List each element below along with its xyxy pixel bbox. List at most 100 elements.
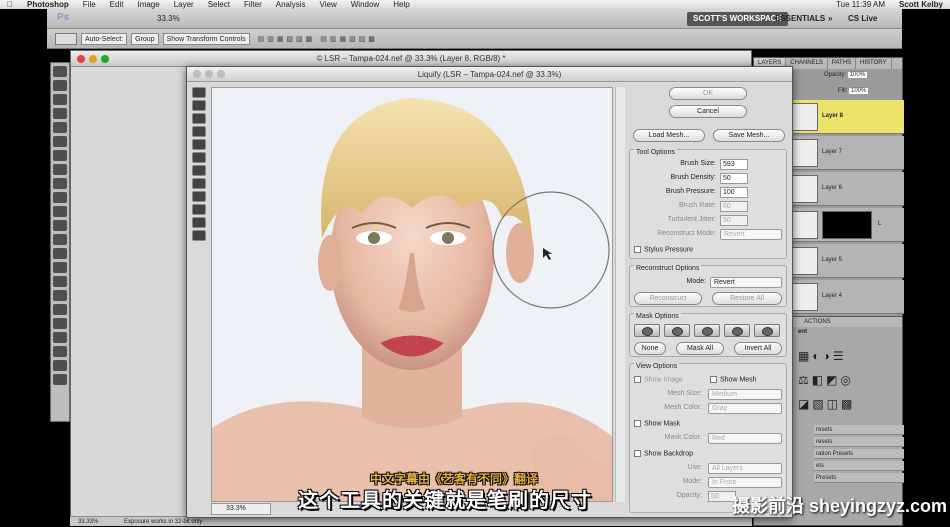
foreground-color-icon[interactable] — [53, 360, 67, 371]
adjustment-icons-row-1[interactable]: ▦◐◑☰ — [798, 349, 847, 363]
tab-history[interactable]: HISTORY — [856, 58, 892, 69]
thaw-mask-icon[interactable] — [192, 204, 206, 215]
use-select[interactable]: All Layers — [708, 463, 782, 474]
mask-none-button[interactable]: None — [634, 342, 666, 355]
menubar-clock[interactable]: Tue 11:39 AM — [836, 0, 885, 9]
quick-mask-icon[interactable] — [53, 374, 67, 385]
preset-item[interactable]: resets — [814, 425, 904, 435]
adjustment-icons-row-3[interactable]: ◪▧◫▩ — [798, 397, 855, 411]
quick-select-icon[interactable] — [53, 108, 67, 119]
path-select-icon[interactable] — [53, 290, 67, 301]
mask-replace-icon[interactable] — [634, 324, 660, 337]
preset-item[interactable]: ration Presets — [814, 449, 904, 459]
align-icons[interactable]: ▤▥▦▧▨▩ ▤▥▦▧▨▩ — [258, 35, 378, 43]
liquify-canvas[interactable] — [211, 87, 613, 502]
eraser-icon[interactable] — [53, 206, 67, 217]
dialog-close-icon[interactable] — [193, 70, 201, 78]
stylus-pressure-checkbox[interactable]: Stylus Pressure — [634, 246, 693, 253]
opacity-value[interactable]: 100% — [847, 72, 868, 78]
show-backdrop-checkbox[interactable]: Show Backdrop — [634, 450, 693, 457]
show-image-checkbox[interactable]: Show Image — [634, 376, 683, 383]
zoom-icon[interactable] — [192, 230, 206, 241]
checkbox-box[interactable] — [634, 450, 641, 457]
clone-stamp-icon[interactable] — [53, 178, 67, 189]
turbulence-icon[interactable] — [192, 178, 206, 189]
load-mesh-button[interactable]: Load Mesh... — [633, 129, 705, 142]
preset-item[interactable]: Presets — [814, 473, 904, 483]
mask-all-button[interactable]: Mask All — [676, 342, 724, 355]
preset-item[interactable]: resets — [814, 437, 904, 447]
save-mesh-button[interactable]: Save Mesh... — [713, 129, 785, 142]
brush-density-input[interactable]: 50 — [720, 173, 748, 184]
show-mesh-checkbox[interactable]: Show Mesh — [710, 376, 757, 383]
group-select[interactable]: Group — [131, 32, 159, 45]
blur-tool-icon[interactable] — [53, 234, 67, 245]
gradient-icon[interactable] — [53, 220, 67, 231]
mesh-size-select[interactable]: Medium — [708, 389, 782, 400]
reconstruct-button[interactable]: Reconstruct — [634, 292, 702, 305]
menubar-user[interactable]: Scott Kelby — [899, 0, 943, 9]
fill-value[interactable]: 100% — [849, 88, 869, 94]
menu-edit[interactable]: Edit — [110, 0, 124, 9]
menu-filter[interactable]: Filter — [244, 0, 262, 9]
push-left-icon[interactable] — [192, 152, 206, 163]
adjustment-icons-row-2[interactable]: ⚖◧◩◎ — [798, 373, 854, 387]
dialog-zoom-icon[interactable] — [217, 70, 225, 78]
lasso-tool-icon[interactable] — [53, 94, 67, 105]
canvas-scrollbar[interactable] — [615, 87, 625, 502]
cancel-button[interactable]: Cancel — [669, 105, 747, 118]
move-tool-preset-icon[interactable] — [55, 32, 77, 45]
brush-tool-icon[interactable] — [53, 164, 67, 175]
show-transform-checkbox[interactable]: Show Transform Controls — [162, 32, 250, 45]
healing-brush-icon[interactable] — [53, 150, 67, 161]
menu-app-name[interactable]: Photoshop — [27, 0, 69, 9]
cs-live-button[interactable]: CS Live — [842, 12, 883, 26]
menu-view[interactable]: View — [320, 0, 337, 9]
menu-select[interactable]: Select — [208, 0, 230, 9]
twirl-icon[interactable] — [192, 113, 206, 124]
zoom-icon[interactable] — [101, 55, 109, 63]
backdrop-mode-select[interactable]: In Front — [708, 477, 782, 488]
pen-tool-icon[interactable] — [53, 262, 67, 273]
move-tool-icon[interactable] — [53, 66, 67, 77]
history-brush-icon[interactable] — [53, 192, 67, 203]
restore-all-button[interactable]: Restore All — [712, 292, 782, 305]
eyedropper-icon[interactable] — [53, 136, 67, 147]
hand-tool-icon[interactable] — [53, 332, 67, 343]
dodge-tool-icon[interactable] — [53, 248, 67, 259]
bloat-icon[interactable] — [192, 139, 206, 150]
pucker-icon[interactable] — [192, 126, 206, 137]
minimize-icon[interactable] — [89, 55, 97, 63]
show-mask-checkbox[interactable]: Show Mask — [634, 420, 680, 427]
status-zoom[interactable]: 33.33% — [78, 519, 98, 525]
checkbox-box[interactable] — [634, 420, 641, 427]
layer-opacity[interactable]: Opacity: 100% — [824, 72, 868, 78]
mask-add-icon[interactable] — [664, 324, 690, 337]
menu-layer[interactable]: Layer — [174, 0, 194, 9]
3d-tool-icon[interactable] — [53, 318, 67, 329]
apple-icon[interactable]:  — [7, 0, 13, 9]
turbulent-input[interactable]: 50 — [720, 215, 748, 226]
brush-rate-input[interactable]: 80 — [720, 201, 748, 212]
zoom-level[interactable]: 33.3% — [157, 14, 180, 23]
mode-select[interactable]: Revert — [710, 277, 782, 288]
menu-analysis[interactable]: Analysis — [276, 0, 306, 9]
close-icon[interactable] — [77, 55, 85, 63]
menu-file[interactable]: File — [83, 0, 96, 9]
hand-icon[interactable] — [192, 217, 206, 228]
forward-warp-icon[interactable] — [192, 87, 206, 98]
preset-item[interactable]: ets — [814, 461, 904, 471]
ok-button[interactable]: OK — [669, 87, 747, 100]
brush-size-input[interactable]: 593 — [720, 159, 748, 170]
auto-select-checkbox[interactable]: Auto-Select: — [81, 32, 128, 45]
crop-tool-icon[interactable] — [53, 122, 67, 133]
zoom-tool-icon[interactable] — [53, 346, 67, 357]
invert-all-button[interactable]: Invert All — [734, 342, 782, 355]
mask-subtract-icon[interactable] — [694, 324, 720, 337]
marquee-tool-icon[interactable] — [53, 80, 67, 91]
menu-window[interactable]: Window — [351, 0, 379, 9]
reconstruct-mode-select[interactable]: Revert — [720, 229, 782, 240]
reconstruct-icon[interactable] — [192, 100, 206, 111]
tab-paths[interactable]: PATHS — [828, 58, 857, 69]
brush-pressure-input[interactable]: 100 — [720, 187, 748, 198]
